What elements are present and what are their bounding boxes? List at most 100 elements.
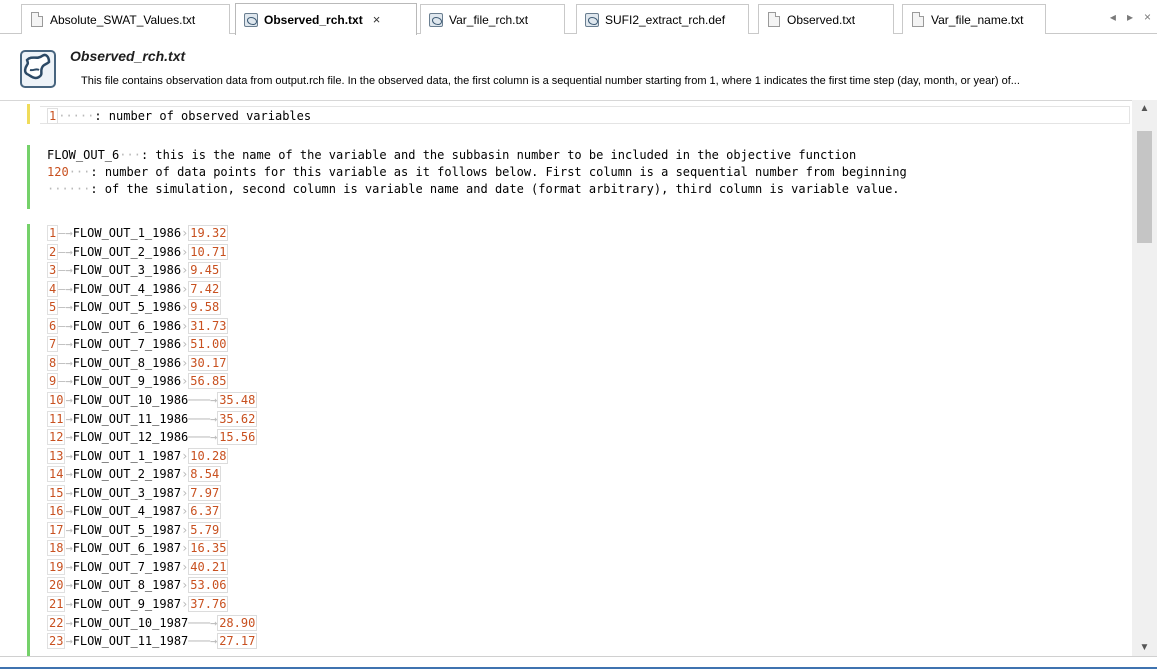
swat-file-icon [585, 12, 599, 28]
file-title: Observed_rch.txt [70, 48, 186, 64]
row-number: 18 [47, 540, 66, 557]
tab-observed-rch[interactable]: Observed_rch.txt × [235, 3, 417, 35]
variable-date: FLOW_OUT_2_1987 [72, 467, 182, 482]
observed-value: 19.32 [188, 225, 229, 241]
tab-marker: → [65, 411, 73, 426]
scroll-up-icon[interactable]: ▲ [1132, 100, 1157, 117]
variable-date: FLOW_OUT_8_1987 [72, 578, 182, 593]
variable-date: FLOW_OUT_9_1987 [72, 597, 182, 611]
observed-value: 9.45 [188, 262, 222, 279]
observed-value: 30.17 [188, 354, 229, 371]
line-text: : this is the name of the variable and t… [140, 148, 857, 162]
observed-value: 8.54 [188, 466, 222, 483]
tab-observed[interactable]: Observed.txt [758, 4, 894, 34]
variable-date: FLOW_OUT_7_1986 [72, 337, 182, 352]
observed-value: 27.17 [217, 633, 258, 650]
tab-marker: —→ [58, 263, 73, 278]
observed-value: 5.79 [188, 521, 222, 538]
observed-value: 51.00 [188, 336, 229, 353]
tab-marker: → [65, 430, 73, 445]
code-line: ······: of the simulation, second column… [47, 182, 900, 196]
row-number: 16 [47, 503, 66, 520]
tab-marker: ───→ [188, 634, 218, 649]
modified-line-marker [27, 104, 30, 124]
scrollbar-thumb[interactable] [1137, 131, 1152, 243]
tab-marker: —→ [58, 226, 73, 240]
observed-value: 31.73 [188, 317, 229, 334]
table-row: 3 —→FLOW_OUT_3_1986› 9.45 [47, 262, 222, 279]
table-row: 5 —→FLOW_OUT_5_1986› 9.58 [47, 299, 222, 316]
tab-marker: ───→ [188, 615, 218, 630]
row-number: 21 [47, 596, 66, 612]
variable-date: FLOW_OUT_7_1987 [72, 559, 182, 574]
table-row: 8 —→FLOW_OUT_8_1986› 30.17 [47, 354, 229, 372]
variable-date: FLOW_OUT_8_1986 [72, 355, 182, 370]
table-row: 17 →FLOW_OUT_5_1987› 5.79 [47, 521, 222, 539]
tab-marker: —→ [58, 374, 73, 389]
tab-bar: Absolute_SWAT_Values.txt Observed_rch.tx… [0, 0, 1157, 35]
tab-marker: —→ [58, 300, 73, 315]
observed-value: 6.37 [188, 503, 222, 520]
scroll-tabs-left-icon[interactable]: ◂ [1110, 10, 1116, 24]
file-description-panel: Observed_rch.txt This file contains obse… [0, 35, 1157, 95]
row-number: 1 [47, 225, 59, 241]
variable-date: FLOW_OUT_6_1986 [72, 318, 182, 333]
scroll-tabs-right-icon[interactable]: ▸ [1127, 10, 1133, 24]
close-all-icon[interactable]: × [1144, 10, 1151, 24]
tab-marker: —→ [58, 355, 73, 370]
row-number: 2 [47, 243, 59, 260]
observed-value: 37.76 [188, 596, 229, 612]
row-number: 17 [47, 521, 66, 538]
variable-date: FLOW_OUT_5_1986 [72, 300, 182, 315]
table-row: 13 →FLOW_OUT_1_1987› 10.28 [47, 447, 229, 465]
row-number: 20 [47, 577, 66, 594]
scroll-down-icon[interactable]: ▼ [1132, 639, 1157, 656]
tab-var-file-rch[interactable]: Var_file_rch.txt [420, 4, 565, 34]
code-area[interactable]: 1 ·····: number of observed variables FLO… [47, 101, 1132, 657]
variable-date: FLOW_OUT_2_1986 [72, 244, 182, 259]
tab-sufi2-extract-rch[interactable]: SUFI2_extract_rch.def [576, 4, 749, 34]
table-row: 22 →FLOW_OUT_10_1987───→ 28.90 [47, 614, 258, 632]
variable-name: FLOW_OUT_6 [47, 148, 120, 162]
tab-marker: → [65, 467, 73, 482]
row-number: 3 [47, 262, 59, 279]
text-editor[interactable]: 1 ·····: number of observed variables FLO… [0, 100, 1157, 669]
tab-marker: → [65, 541, 73, 556]
variable-date: FLOW_OUT_10_1987 [72, 615, 189, 630]
tab-absolute-swat-values[interactable]: Absolute_SWAT_Values.txt [21, 4, 230, 34]
tab-marker: ───→ [188, 411, 218, 426]
vertical-scrollbar[interactable]: ▲ ▼ [1132, 100, 1157, 656]
table-row: 10 →FLOW_OUT_10_1986───→ 35.48 [47, 391, 258, 409]
row-number: 7 [47, 336, 59, 353]
observed-value: 7.42 [188, 280, 222, 297]
variable-date: FLOW_OUT_10_1986 [72, 392, 189, 407]
variable-date: FLOW_OUT_1_1986 [72, 226, 182, 240]
tab-marker: → [65, 522, 73, 537]
tab-marker: ───→ [188, 392, 218, 407]
line-text: : number of observed variables [94, 109, 312, 123]
row-number: 23 [47, 633, 66, 650]
variable-date: FLOW_OUT_3_1987 [72, 485, 182, 500]
table-row: 6 —→FLOW_OUT_6_1986› 31.73 [47, 317, 229, 335]
tab-marker: → [65, 615, 73, 630]
row-number: 14 [47, 466, 66, 483]
file-description: This file contains observation data from… [81, 75, 1020, 87]
table-row: 4 —→FLOW_OUT_4_1986› 7.42 [47, 280, 222, 298]
table-row: 20 →FLOW_OUT_8_1987› 53.06 [47, 577, 229, 594]
variable-date: FLOW_OUT_12_1986 [72, 430, 189, 445]
tab-marker: → [65, 448, 73, 463]
tab-var-file-name[interactable]: Var_file_name.txt [902, 4, 1046, 34]
table-row: 18 →FLOW_OUT_6_1987› 16.35 [47, 540, 229, 557]
row-number: 8 [47, 354, 59, 371]
tab-label: Absolute_SWAT_Values.txt [50, 12, 196, 27]
saved-change-marker [27, 224, 30, 669]
observed-value: 10.71 [188, 243, 229, 260]
table-row: 23 →FLOW_OUT_11_1987───→ 27.17 [47, 633, 258, 650]
row-number: 10 [47, 391, 66, 408]
variable-date: FLOW_OUT_3_1986 [72, 263, 182, 278]
variable-date: FLOW_OUT_4_1986 [72, 281, 182, 296]
code-line: FLOW_OUT_6···: this is the name of the v… [47, 148, 857, 162]
close-tab-icon[interactable]: × [373, 12, 381, 27]
table-row: 21 →FLOW_OUT_9_1987› 37.76 [47, 596, 229, 613]
tab-label: Var_file_name.txt [931, 12, 1024, 27]
